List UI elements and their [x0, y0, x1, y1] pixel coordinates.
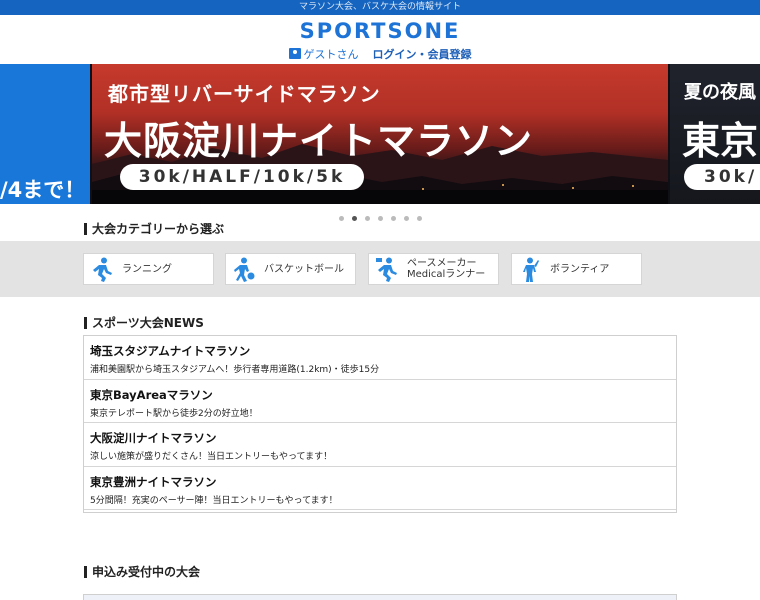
carousel-dot[interactable] — [416, 216, 422, 221]
hero-slide-next-title: 東京 — [682, 119, 759, 163]
news-item-desc: 5分間隔！充実のペーサー陣！当日エントリーもやってます！ — [90, 495, 338, 506]
category-running-label: ランニング — [122, 263, 172, 275]
carousel-dot[interactable] — [390, 216, 396, 221]
news-item-title: 東京豊洲ナイトマラソン — [90, 474, 217, 489]
category-band: ランニング バスケットボール ペースメーカー Medicalランナー ボランティ… — [0, 241, 760, 297]
category-volunteer-label: ボランティア — [550, 263, 610, 275]
basketball-player-icon — [234, 257, 255, 282]
hero-slide-next-distances: 30k/ — [684, 164, 760, 190]
category-section-title: 大会カテゴリーから選ぶ — [84, 223, 224, 235]
hero-slide-next-subtitle: 夏の夜風 — [684, 82, 756, 103]
category-pacemaker-button[interactable]: ペースメーカー Medicalランナー — [368, 253, 499, 285]
login-register-link[interactable]: ログイン・会員登録 — [373, 48, 472, 61]
news-section-title: スポーツ大会NEWS — [84, 317, 204, 329]
carousel-dot[interactable] — [403, 216, 409, 221]
hero-slide-subtitle: 都市型リバーサイドマラソン — [108, 82, 381, 106]
news-item-title: 東京BayAreaマラソン — [90, 387, 213, 402]
site-logo[interactable]: SPORTSONE — [0, 19, 760, 43]
category-basketball-button[interactable]: バスケットボール — [225, 253, 356, 285]
carousel-dot[interactable] — [338, 216, 344, 221]
user-icon — [288, 48, 301, 59]
news-item-desc: 涼しい施策が盛りだくさん！当日エントリーもやってます！ — [90, 452, 333, 462]
news-list: 埼玉スタジアムナイトマラソン 浦和美園駅から埼玉スタジアムへ！歩行者専用道路(1… — [83, 335, 677, 513]
hero-slide-next[interactable]: 夏の夜風 東京 30k/ — [670, 64, 760, 204]
user-nav: ゲストさん ログイン・会員登録 — [0, 46, 760, 62]
site-header: SPORTSONE ゲストさん ログイン・会員登録 — [0, 15, 760, 63]
news-item-title: 埼玉スタジアムナイトマラソン — [90, 344, 251, 358]
guest-label: ゲストさん — [303, 48, 359, 61]
news-item-desc: 浦和美園駅から埼玉スタジアムへ！歩行者専用道路(1.2km)・徒歩15分 — [90, 365, 380, 375]
carousel-dot[interactable] — [377, 216, 383, 221]
pacemaker-runner-icon — [376, 257, 397, 282]
hero-carousel[interactable]: /4まで！ 都市型リバーサイドマラソン 大阪淀川ナイトマラソン 30k/HALF… — [0, 64, 760, 204]
category-basketball-label: バスケットボール — [264, 263, 344, 275]
news-item[interactable]: 埼玉スタジアムナイトマラソン 浦和美園駅から埼玉スタジアムへ！歩行者専用道路(1… — [84, 336, 676, 380]
entries-list — [83, 594, 677, 600]
news-item[interactable]: 東京豊洲ナイトマラソン 5分間隔！充実のペーサー陣！当日エントリーもやってます！ — [84, 467, 676, 510]
category-volunteer-button[interactable]: ボランティア — [511, 253, 642, 285]
news-item-title: 大阪淀川ナイトマラソン — [90, 431, 217, 445]
category-running-button[interactable]: ランニング — [83, 253, 214, 285]
hero-slide-distances: 30k/HALF/10k/5k — [120, 164, 364, 190]
category-pacemaker-label: ペースメーカー Medicalランナー — [407, 258, 486, 280]
carousel-dot[interactable] — [364, 216, 370, 221]
news-item-desc: 東京テレポート駅から徒歩2分の好立地！ — [90, 408, 258, 419]
hero-slide-prev-text: /4まで！ — [0, 178, 86, 202]
hero-slide-prev[interactable]: /4まで！ — [0, 64, 90, 204]
hero-slide-current[interactable]: 都市型リバーサイドマラソン 大阪淀川ナイトマラソン 30k/HALF/10k/5… — [92, 64, 668, 204]
carousel-dots — [0, 208, 760, 221]
carousel-dot[interactable] — [351, 216, 357, 221]
news-item[interactable]: 東京BayAreaマラソン 東京テレポート駅から徒歩2分の好立地！ — [84, 380, 676, 423]
entries-section-title: 申込み受付中の大会 — [84, 566, 200, 578]
site-tagline-bar: マラソン大会、バスケ大会の情報サイト — [0, 0, 760, 15]
hero-slide-title: 大阪淀川ナイトマラソン — [104, 119, 534, 163]
volunteer-icon — [523, 257, 539, 282]
news-item[interactable]: 大阪淀川ナイトマラソン 涼しい施策が盛りだくさん！当日エントリーもやってます！ — [84, 423, 676, 467]
runner-icon — [93, 257, 112, 282]
